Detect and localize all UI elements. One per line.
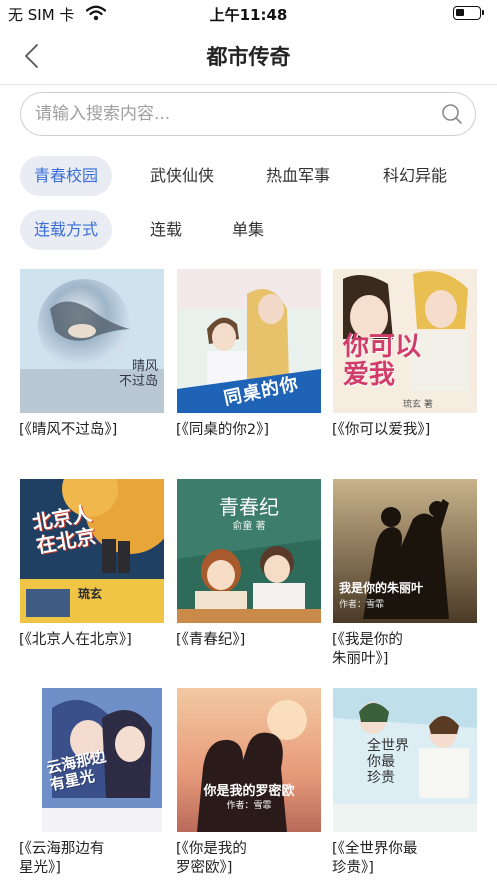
tab-mode-all[interactable]: 连载方式 — [20, 210, 113, 250]
book-title[interactable]: [《我是你的 朱丽叶》] — [332, 631, 482, 669]
book-cover[interactable]: 全世界 你最 珍贵 — [333, 688, 477, 832]
book-title[interactable]: [《同桌的你2》] — [176, 421, 326, 440]
book-cover[interactable]: 你是我的罗密欧 作者：雪霏 — [177, 688, 321, 832]
cover-author: 作者：雪霏 — [339, 600, 385, 610]
mode-tabs: 连载方式 连载 单集 — [20, 210, 320, 250]
cover-author: 俞童 著 — [232, 521, 266, 532]
tab-mode-serial[interactable]: 连载 — [150, 210, 182, 250]
status-bar: 无 SIM 卡 上午11:48 — [0, 0, 497, 28]
book-cover[interactable]: 你可以 爱我 琉玄 著 — [333, 269, 477, 413]
book-cover[interactable]: 青春纪 俞童 著 — [177, 479, 321, 623]
book-title[interactable]: [《全世界你最 珍贵》] — [332, 840, 482, 878]
cover-title: 青春纪 — [219, 495, 279, 519]
cover-author: 作者：雪霏 — [226, 801, 272, 811]
cover-title: 我是你的朱丽叶 — [339, 581, 424, 595]
book-title[interactable]: [《青春纪》] — [176, 631, 326, 650]
book-cover[interactable]: 云海那边 有星光 — [42, 688, 162, 832]
book-title[interactable]: [《你是我的 罗密欧》] — [176, 840, 326, 878]
navigation-bar: 都市传奇 — [0, 28, 497, 85]
cover-author: 琉玄 — [78, 587, 103, 601]
cover-title: 你可以 爱我 — [343, 332, 422, 390]
book-cover[interactable]: 北京人 在北京 琉玄 — [20, 479, 164, 623]
cover-title: 全世界 你最 珍贵 — [367, 738, 409, 786]
clock: 上午11:48 — [209, 6, 288, 24]
tab-mode-single[interactable]: 单集 — [232, 210, 264, 250]
book-title[interactable]: [《云海那边有 星光》] — [19, 840, 169, 878]
page-title: 都市传奇 — [206, 45, 291, 69]
search-input[interactable] — [35, 93, 435, 135]
cover-author: 琉玄 著 — [403, 400, 433, 410]
book-title[interactable]: [《你可以爱我》] — [332, 421, 482, 440]
genre-tabs: 青春校园 武侠仙侠 热血军事 科幻异能 — [20, 156, 480, 196]
cover-title: 晴风 不过岛 — [118, 359, 158, 389]
tab-genre-wuxia[interactable]: 武侠仙侠 — [150, 156, 214, 196]
book-title[interactable]: [《晴风不过岛》] — [19, 421, 169, 440]
search-icon[interactable] — [441, 103, 463, 125]
book-cover[interactable]: 同桌的你 — [177, 269, 321, 413]
battery-icon — [453, 6, 484, 20]
tab-genre-military[interactable]: 热血军事 — [266, 156, 330, 196]
cover-title: 你是我的罗密欧 — [203, 784, 295, 799]
tab-genre-scifi[interactable]: 科幻异能 — [383, 156, 447, 196]
book-cover[interactable]: 我是你的朱丽叶 作者：雪霏 — [333, 479, 477, 623]
book-title[interactable]: [《北京人在北京》] — [19, 631, 169, 650]
search-bar — [20, 92, 476, 136]
book-cover[interactable]: 晴风 不过岛 — [20, 269, 164, 413]
tab-genre-youth-campus[interactable]: 青春校园 — [20, 156, 113, 196]
